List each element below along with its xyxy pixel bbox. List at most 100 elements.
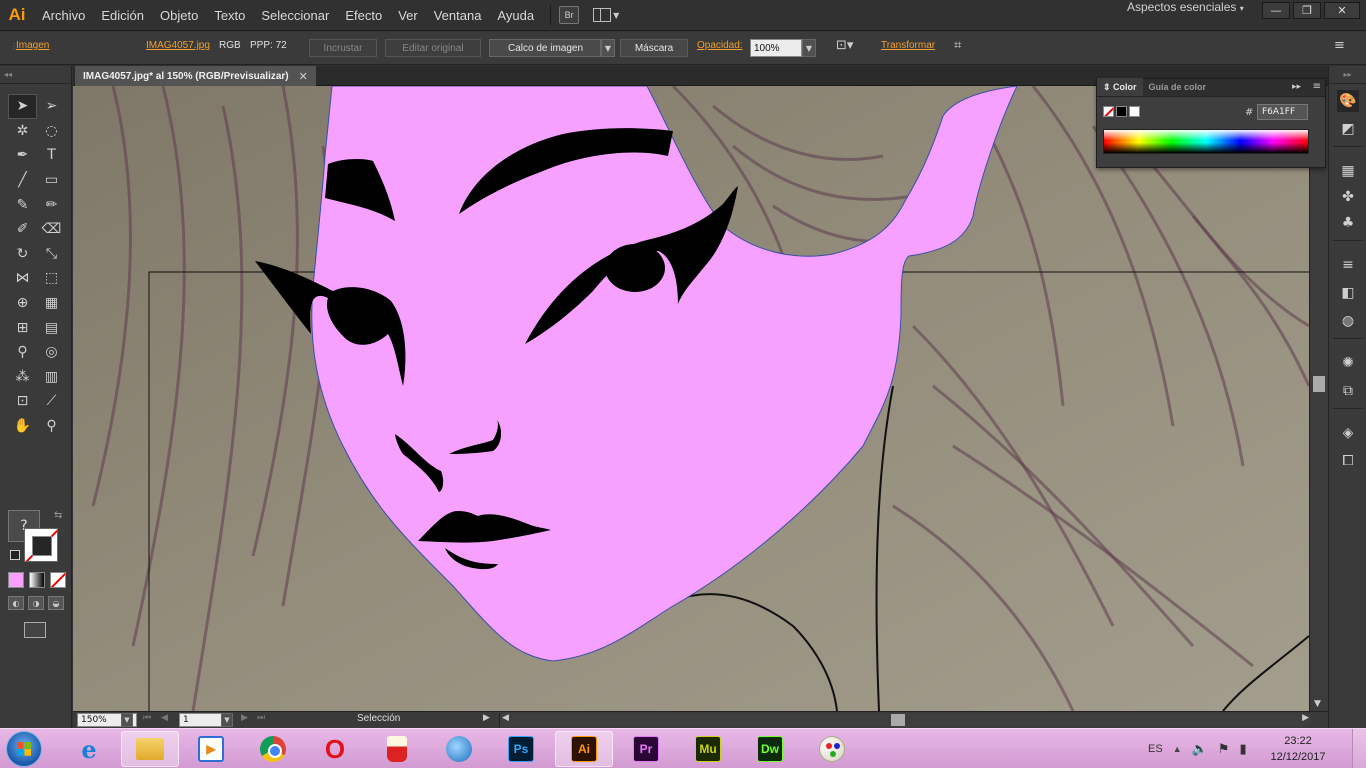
bridge-button[interactable]: Br (559, 6, 580, 24)
eyedropper-tool[interactable]: ⚲ (8, 340, 37, 365)
menu-archivo[interactable]: Archivo (34, 0, 93, 31)
opacity-input[interactable]: 100% (750, 39, 802, 57)
horizontal-scrollbar[interactable]: ◀ ▶ (499, 713, 1311, 727)
taskbar-popcorn-time[interactable] (368, 731, 426, 767)
taskbar-opera[interactable]: O (306, 731, 364, 767)
tools-panel-header[interactable]: ◂◂ (0, 66, 71, 84)
symbol-sprayer-tool[interactable]: ⁂ (8, 365, 37, 390)
taskbar-photoshop[interactable]: Ps (492, 731, 550, 767)
volume-icon[interactable]: 🔈 (1192, 741, 1208, 757)
last-artboard-icon[interactable]: ⏭ (257, 713, 265, 723)
artboard-canvas[interactable] (73, 86, 1309, 711)
menu-edicion[interactable]: Edición (93, 0, 152, 31)
start-button[interactable] (6, 731, 42, 767)
transform-link[interactable]: Transformar (881, 40, 935, 51)
vertical-scrollbar[interactable]: ▼ (1309, 86, 1328, 711)
menu-ventana[interactable]: Ventana (426, 0, 490, 31)
perspective-grid-tool[interactable]: ▦ (37, 291, 66, 316)
close-tab-icon[interactable]: ✕ (299, 70, 308, 83)
stroke-swatch[interactable] (24, 528, 58, 562)
mask-button[interactable]: Máscara (620, 39, 688, 57)
edit-original-button[interactable]: Editar original (385, 39, 481, 57)
color-guide-icon[interactable]: ◩ (1337, 118, 1359, 140)
image-trace-button[interactable]: Calco de imagen (489, 39, 601, 57)
menu-texto[interactable]: Texto (206, 0, 253, 31)
menu-efecto[interactable]: Efecto (337, 0, 390, 31)
taskbar-internet-explorer[interactable]: e (60, 731, 118, 767)
black-swatch[interactable] (1116, 106, 1127, 117)
draw-normal-button[interactable]: ◐ (8, 596, 24, 610)
gradient-tool[interactable]: ▤ (37, 315, 66, 340)
tab-color[interactable]: ⇕ Color (1097, 78, 1143, 96)
taskbar-dreamweaver[interactable]: Dw (741, 731, 799, 767)
network-icon[interactable]: ▮ (1239, 741, 1246, 757)
type-tool[interactable]: T (37, 143, 66, 168)
white-swatch[interactable] (1129, 106, 1140, 117)
direct-selection-tool[interactable]: ➢ (37, 94, 66, 119)
embed-button[interactable]: Incrustar (309, 39, 377, 57)
language-indicator[interactable]: ES (1148, 743, 1163, 755)
color-panel-icon[interactable]: 🎨 (1337, 90, 1359, 112)
vertical-scroll-thumb[interactable] (1313, 376, 1325, 392)
gradient-icon[interactable]: ◧ (1337, 282, 1359, 304)
slice-tool[interactable]: ⟋ (37, 389, 66, 414)
opacity-dropdown[interactable]: ▼ (802, 39, 816, 57)
arrange-documents-button[interactable]: ▼ (593, 8, 619, 22)
menu-ver[interactable]: Ver (390, 0, 426, 31)
menu-objeto[interactable]: Objeto (152, 0, 206, 31)
collapse-panel-icon[interactable]: ▸▸ (1292, 82, 1301, 92)
column-graph-tool[interactable]: ▥ (37, 365, 66, 390)
artboards-icon[interactable]: ⧠ (1337, 450, 1359, 472)
draw-behind-button[interactable]: ◑ (28, 596, 44, 610)
taskbar-illustrator[interactable]: Ai (555, 731, 613, 767)
artboard-tool[interactable]: ⊡ (8, 389, 37, 414)
scroll-left-icon[interactable]: ◀ (502, 713, 509, 723)
artboard-dropdown[interactable]: ▼ (221, 713, 233, 727)
scroll-down-icon[interactable]: ▼ (1314, 699, 1321, 709)
workspace-switcher[interactable]: Aspectos esenciales ▾ (1127, 0, 1244, 31)
taskbar-premiere[interactable]: Pr (617, 731, 675, 767)
eraser-tool[interactable]: ⌫ (37, 217, 66, 242)
show-desktop-button[interactable] (1352, 729, 1366, 768)
gradient-mode-button[interactable] (29, 572, 45, 588)
opacity-link[interactable]: Opacidad: (697, 40, 743, 51)
taskbar-chrome[interactable] (244, 731, 302, 767)
stroke-icon[interactable]: ≡ (1337, 254, 1359, 276)
file-name-link[interactable]: IMAG4057.jpg (146, 40, 210, 51)
blend-tool[interactable]: ◎ (37, 340, 66, 365)
zoom-tool[interactable]: ⚲ (37, 414, 66, 439)
shape-builder-tool[interactable]: ⊕ (8, 291, 37, 316)
hand-tool[interactable]: ✋ (8, 414, 37, 439)
action-center-icon[interactable]: ⚑ (1218, 741, 1230, 757)
paintbrush-tool[interactable]: ✎ (8, 192, 37, 217)
taskbar-thunderbird[interactable] (430, 731, 488, 767)
appearance-icon[interactable]: ✺ (1337, 352, 1359, 374)
color-mode-button[interactable] (8, 572, 24, 588)
none-mode-button[interactable] (50, 572, 66, 588)
selection-tool[interactable]: ➤ (8, 94, 37, 119)
transparency-icon[interactable]: ◍ (1337, 310, 1359, 332)
rotate-tool[interactable]: ↻ (8, 242, 37, 267)
none-swatch[interactable] (1103, 106, 1114, 117)
object-type-link[interactable]: Imagen (16, 40, 49, 51)
mesh-tool[interactable]: ⊞ (8, 315, 37, 340)
panel-dock-header[interactable]: ▸▸ (1329, 66, 1366, 84)
menu-seleccionar[interactable]: Seleccionar (253, 0, 337, 31)
taskbar-paint[interactable] (803, 731, 861, 767)
width-tool[interactable]: ⋈ (8, 266, 37, 291)
show-hidden-icons-icon[interactable]: ▲ (1173, 744, 1182, 754)
brushes-icon[interactable]: ✤ (1337, 186, 1359, 208)
first-artboard-icon[interactable]: ⏮ (143, 713, 151, 723)
panel-menu-icon[interactable]: ≡ (1334, 38, 1345, 53)
graphic-styles-icon[interactable]: ⧉ (1337, 380, 1359, 402)
screen-mode-button[interactable] (24, 622, 46, 638)
previous-artboard-icon[interactable]: ◀ (161, 713, 168, 723)
horizontal-scroll-thumb[interactable] (891, 714, 905, 726)
clock[interactable]: 23:22 12/12/2017 (1270, 733, 1326, 765)
panel-menu-icon[interactable]: ≡ (1313, 81, 1321, 92)
document-tab[interactable]: IMAG4057.jpg* al 150% (RGB/Previsualizar… (75, 66, 316, 86)
zoom-dropdown[interactable]: ▼ (121, 713, 133, 727)
default-fill-stroke-icon[interactable] (10, 550, 20, 560)
color-spectrum[interactable] (1103, 129, 1309, 154)
draw-inside-button[interactable]: ◒ (48, 596, 64, 610)
